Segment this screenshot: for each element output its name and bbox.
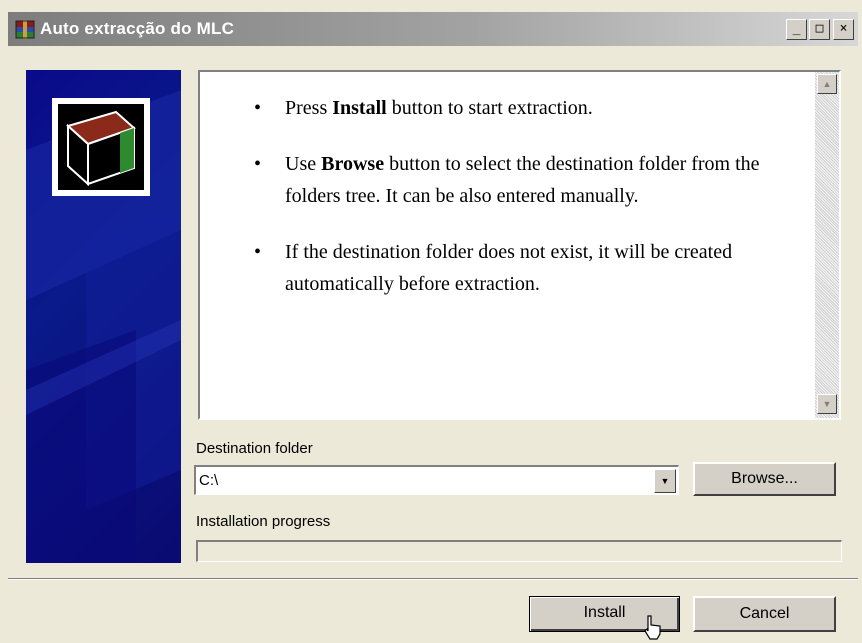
instruction-item: Use Browse button to select the destinat… bbox=[254, 148, 784, 212]
installation-progress-bar bbox=[196, 540, 842, 562]
winrar-archive-icon bbox=[15, 20, 35, 39]
title-bar[interactable]: Auto extracção do MLC _ □ × bbox=[8, 12, 858, 46]
browse-button[interactable]: Browse... bbox=[693, 462, 836, 496]
footer-divider bbox=[8, 578, 858, 580]
scroll-up-button[interactable]: ▲ bbox=[817, 74, 837, 94]
instruction-item: Press Install button to start extraction… bbox=[254, 92, 784, 124]
minimize-button[interactable]: _ bbox=[786, 19, 807, 40]
archive-box-icon bbox=[65, 110, 136, 187]
instructions-panel: Press Install button to start extraction… bbox=[198, 70, 841, 420]
mouse-pointer-icon bbox=[644, 615, 661, 640]
extraction-dialog: Auto extracção do MLC _ □ × Press Insta bbox=[0, 0, 862, 643]
maximize-button[interactable]: □ bbox=[809, 19, 830, 40]
destination-folder-combobox[interactable]: C:\ ▼ bbox=[194, 465, 679, 495]
instructions-list: Press Install button to start extraction… bbox=[254, 92, 784, 324]
cancel-button[interactable]: Cancel bbox=[693, 596, 836, 632]
destination-folder-label: Destination folder bbox=[196, 440, 313, 457]
archive-logo bbox=[58, 104, 144, 190]
chevron-down-icon[interactable]: ▼ bbox=[654, 469, 676, 493]
destination-folder-value[interactable]: C:\ bbox=[199, 472, 218, 489]
scroll-down-button[interactable]: ▼ bbox=[817, 394, 837, 414]
instruction-item: If the destination folder does not exist… bbox=[254, 236, 784, 300]
window-title: Auto extracção do MLC bbox=[40, 19, 235, 38]
archive-logo-frame bbox=[52, 98, 150, 196]
close-button[interactable]: × bbox=[833, 19, 854, 40]
vertical-scrollbar[interactable]: ▲ ▼ bbox=[815, 72, 839, 418]
installation-progress-label: Installation progress bbox=[196, 513, 331, 530]
side-banner bbox=[26, 70, 181, 563]
